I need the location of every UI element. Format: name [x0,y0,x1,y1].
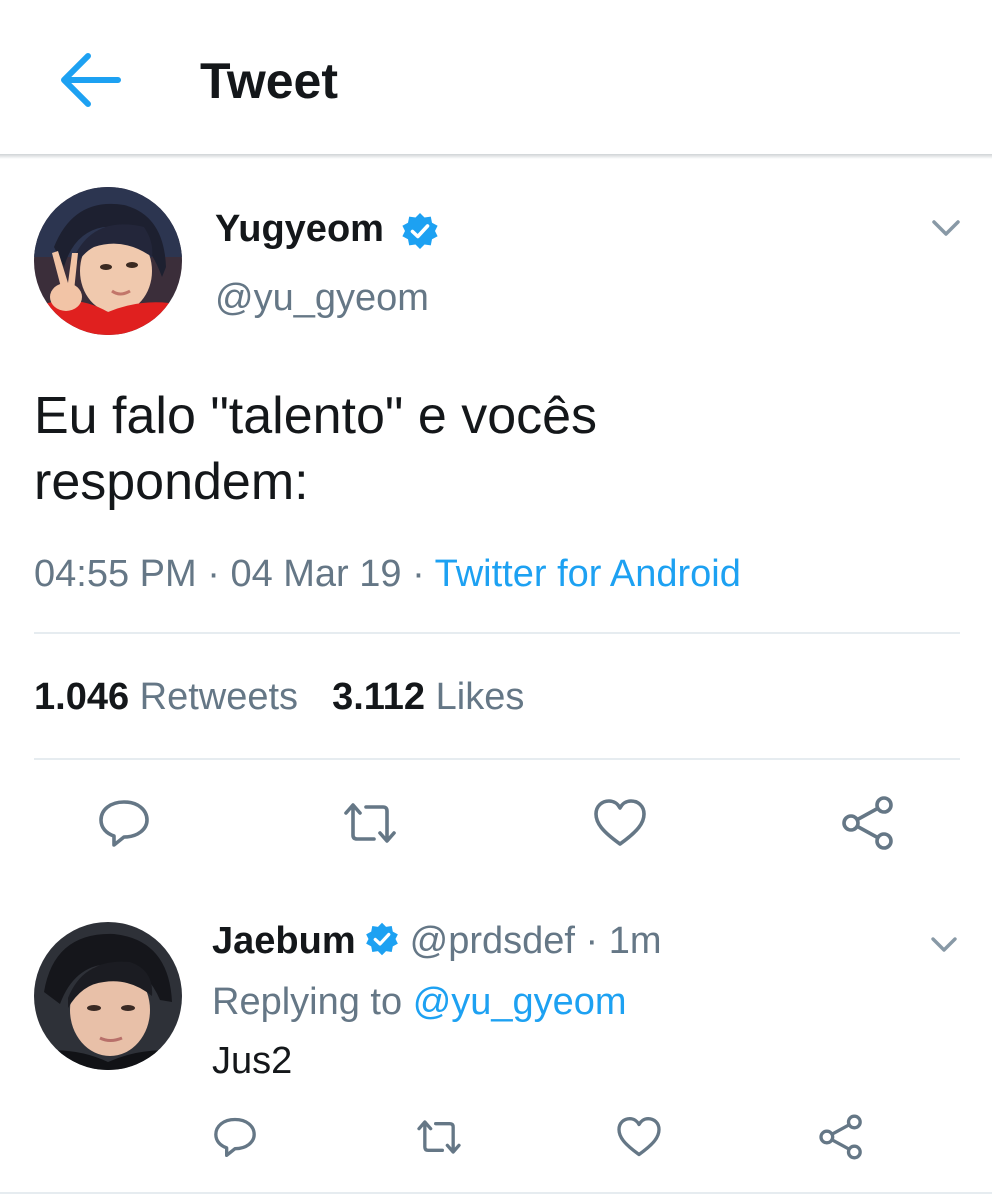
avatar-photo [34,922,182,1070]
reply-menu-button[interactable] [926,930,962,960]
back-button[interactable] [52,42,128,118]
replying-to: Replying to @yu_gyeom [212,981,627,1024]
likes-stat[interactable]: 3.112 Likes [332,676,524,718]
page-title: Tweet [200,53,338,109]
divider [0,1192,992,1194]
reply-header: Jaebum @prdsdef · 1m [212,920,662,963]
replying-to-handle[interactable]: @yu_gyeom [413,981,627,1023]
author-name[interactable]: Yugyeom [215,208,384,251]
author-handle[interactable]: @yu_gyeom [215,277,429,320]
tweet-menu-button[interactable] [926,212,966,244]
tweet-text-line: Eu falo "talento" e vocês [34,387,598,445]
chevron-down-icon [932,220,960,236]
reply-icon [214,1117,256,1157]
retweet-icon [344,803,396,843]
divider [34,632,960,634]
top-bar-shadow [0,154,992,159]
retweet-icon [417,1120,461,1154]
like-button[interactable] [590,793,650,853]
verified-badge-icon [364,921,400,957]
like-icon [594,799,646,846]
reply-text: Jus2 [212,1040,293,1082]
like-icon [617,1117,661,1157]
likes-count: 3.112 [332,676,426,718]
tweet-time: 04:55 PM [34,553,197,595]
verified-badge-icon [400,211,440,251]
likes-label: Likes [435,676,525,718]
tweet-text-line: respondem: [34,453,309,511]
reply-like-button[interactable] [614,1112,664,1162]
tweet-meta: 04:55 PM · 04 Mar 19 · Twitter for Andro… [34,553,741,596]
arrow-left-icon [61,53,121,107]
share-icon [842,796,893,850]
chevron-down-icon [931,937,957,952]
share-icon [819,1114,862,1160]
top-bar [0,0,992,154]
reply-reply-button[interactable] [210,1112,260,1162]
reply-author-name[interactable]: Jaebum [212,920,356,962]
retweet-button[interactable] [340,793,400,853]
share-button[interactable] [838,793,898,853]
tweet-text: Eu falo "talento" e vocês respondem: [34,383,934,515]
separator: · [412,553,425,595]
reply-icon [99,800,149,847]
retweets-count: 1.046 [34,676,130,718]
separator: · [207,553,220,595]
divider [34,758,960,760]
engagement-stats: 1.046 Retweets 3.112 Likes [34,676,524,719]
replying-label: Replying to [212,981,403,1023]
tweet-date: 04 Mar 19 [230,553,402,595]
avatar[interactable] [34,922,182,1070]
retweets-label: Retweets [139,676,299,718]
retweets-stat[interactable]: 1.046 Retweets [34,676,298,718]
reply-button[interactable] [94,793,154,853]
reply-handle-time[interactable]: @prdsdef · 1m [410,920,662,962]
avatar-photo [34,187,182,335]
tweet-source-link[interactable]: Twitter for Android [435,553,741,595]
reply-retweet-button[interactable] [414,1112,464,1162]
reply-share-button[interactable] [816,1112,866,1162]
avatar[interactable] [34,187,182,335]
